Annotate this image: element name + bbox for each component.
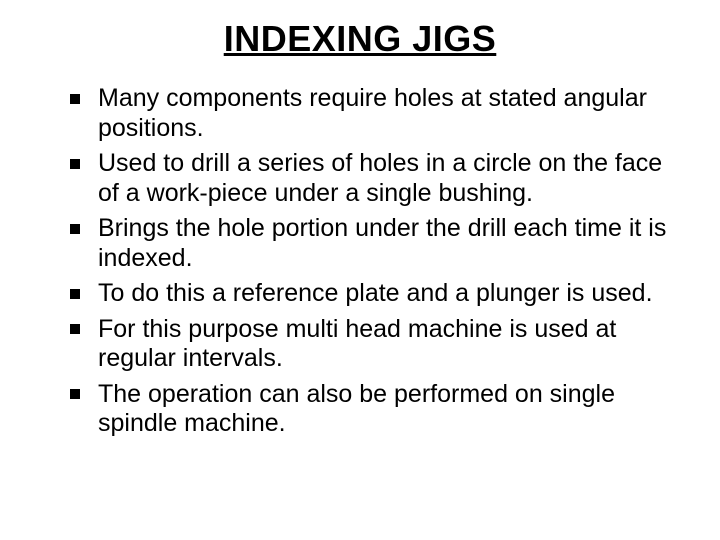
list-item: Many components require holes at stated …	[70, 84, 680, 143]
list-item: The operation can also be performed on s…	[70, 380, 680, 439]
slide-title: INDEXING JIGS	[40, 18, 680, 60]
list-item: Used to drill a series of holes in a cir…	[70, 149, 680, 208]
list-item: Brings the hole portion under the drill …	[70, 214, 680, 273]
slide: INDEXING JIGS Many components require ho…	[0, 0, 720, 540]
list-item: To do this a reference plate and a plung…	[70, 279, 680, 309]
bullet-list: Many components require holes at stated …	[40, 84, 680, 439]
list-item: For this purpose multi head machine is u…	[70, 315, 680, 374]
